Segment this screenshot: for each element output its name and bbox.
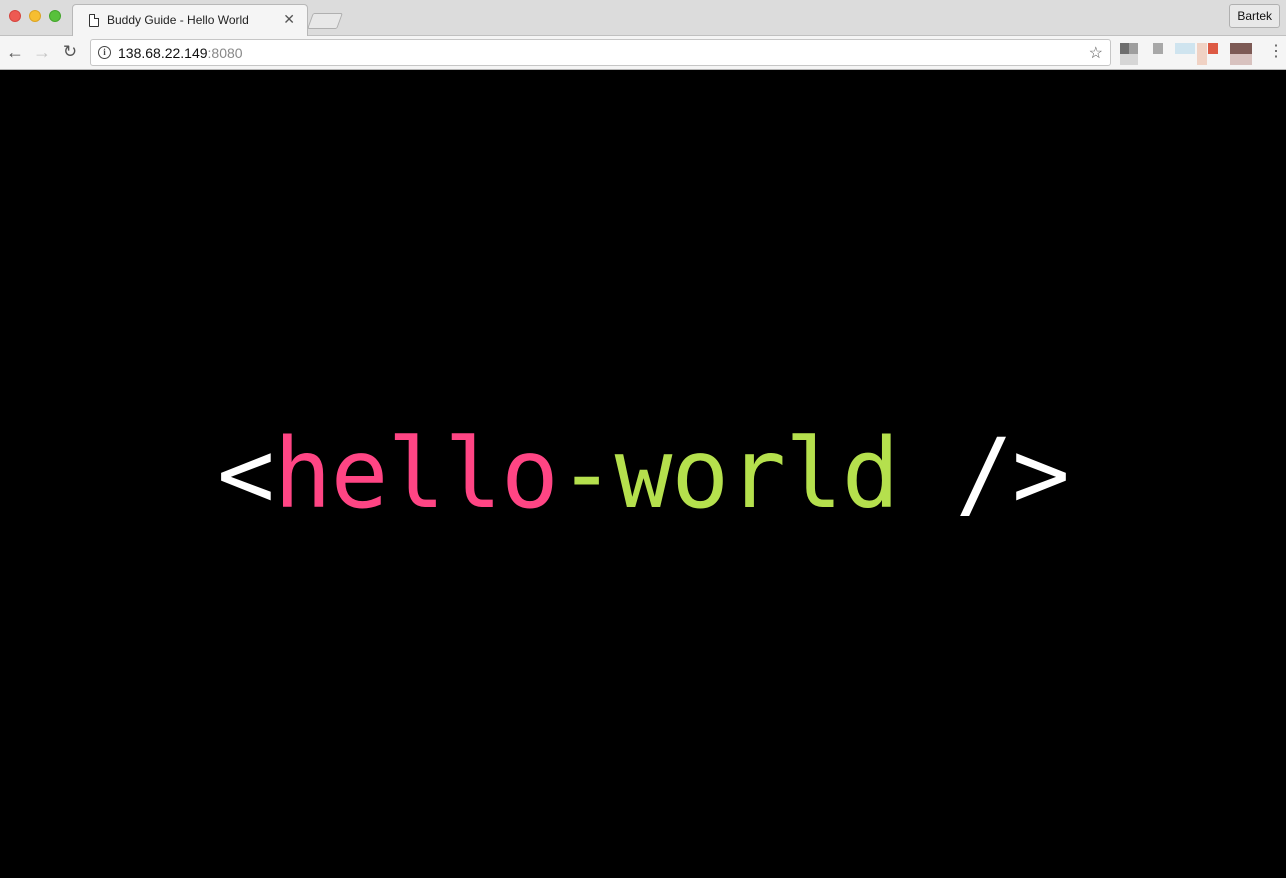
hello-word: hello xyxy=(273,418,559,530)
minimize-window-button[interactable] xyxy=(29,10,41,22)
new-tab-button[interactable] xyxy=(307,13,343,29)
address-bar[interactable]: i 138.68.22.149:8080 ☆ xyxy=(90,39,1111,66)
extension-icon[interactable] xyxy=(1230,54,1252,65)
extension-icon[interactable] xyxy=(1120,43,1129,54)
url-text[interactable]: 138.68.22.149:8080 xyxy=(118,45,243,61)
tab-title: Buddy Guide - Hello World xyxy=(107,13,249,27)
hello-world-heading: <hello-world /> xyxy=(0,419,1286,529)
extension-icon[interactable] xyxy=(1120,54,1138,65)
extension-icon[interactable] xyxy=(1129,43,1138,54)
profile-button[interactable]: Bartek xyxy=(1229,4,1280,28)
extensions-area[interactable] xyxy=(1120,43,1260,65)
forward-arrow-icon[interactable]: → xyxy=(31,41,53,63)
close-window-button[interactable] xyxy=(9,10,21,22)
info-icon[interactable]: i xyxy=(98,46,111,59)
tab-strip: Buddy Guide - Hello World ✕ Bartek xyxy=(0,0,1286,37)
world-word: -world xyxy=(557,418,900,530)
open-bracket: < xyxy=(217,418,275,530)
browser-toolbar: ← → ↻ i 138.68.22.149:8080 ☆ ⋮ xyxy=(0,36,1286,70)
url-port: :8080 xyxy=(207,45,243,61)
extension-icon[interactable] xyxy=(1153,43,1163,54)
document-icon xyxy=(89,14,99,27)
extension-icon[interactable] xyxy=(1197,43,1207,65)
back-arrow-icon[interactable]: ← xyxy=(4,41,26,63)
extension-icon[interactable] xyxy=(1230,43,1252,54)
tab-buddy-guide[interactable]: Buddy Guide - Hello World ✕ xyxy=(72,4,308,37)
extension-icon[interactable] xyxy=(1208,43,1218,54)
extension-icon[interactable] xyxy=(1175,43,1195,54)
url-host: 138.68.22.149 xyxy=(118,45,208,61)
page-content: <hello-world /> xyxy=(0,71,1286,878)
maximize-window-button[interactable] xyxy=(49,10,61,22)
reload-icon[interactable]: ↻ xyxy=(59,41,81,63)
close-tag: /> xyxy=(898,418,1070,530)
bookmark-star-icon[interactable]: ☆ xyxy=(1089,43,1103,63)
more-menu-icon[interactable]: ⋮ xyxy=(1268,42,1284,62)
close-tab-icon[interactable]: ✕ xyxy=(283,11,295,28)
